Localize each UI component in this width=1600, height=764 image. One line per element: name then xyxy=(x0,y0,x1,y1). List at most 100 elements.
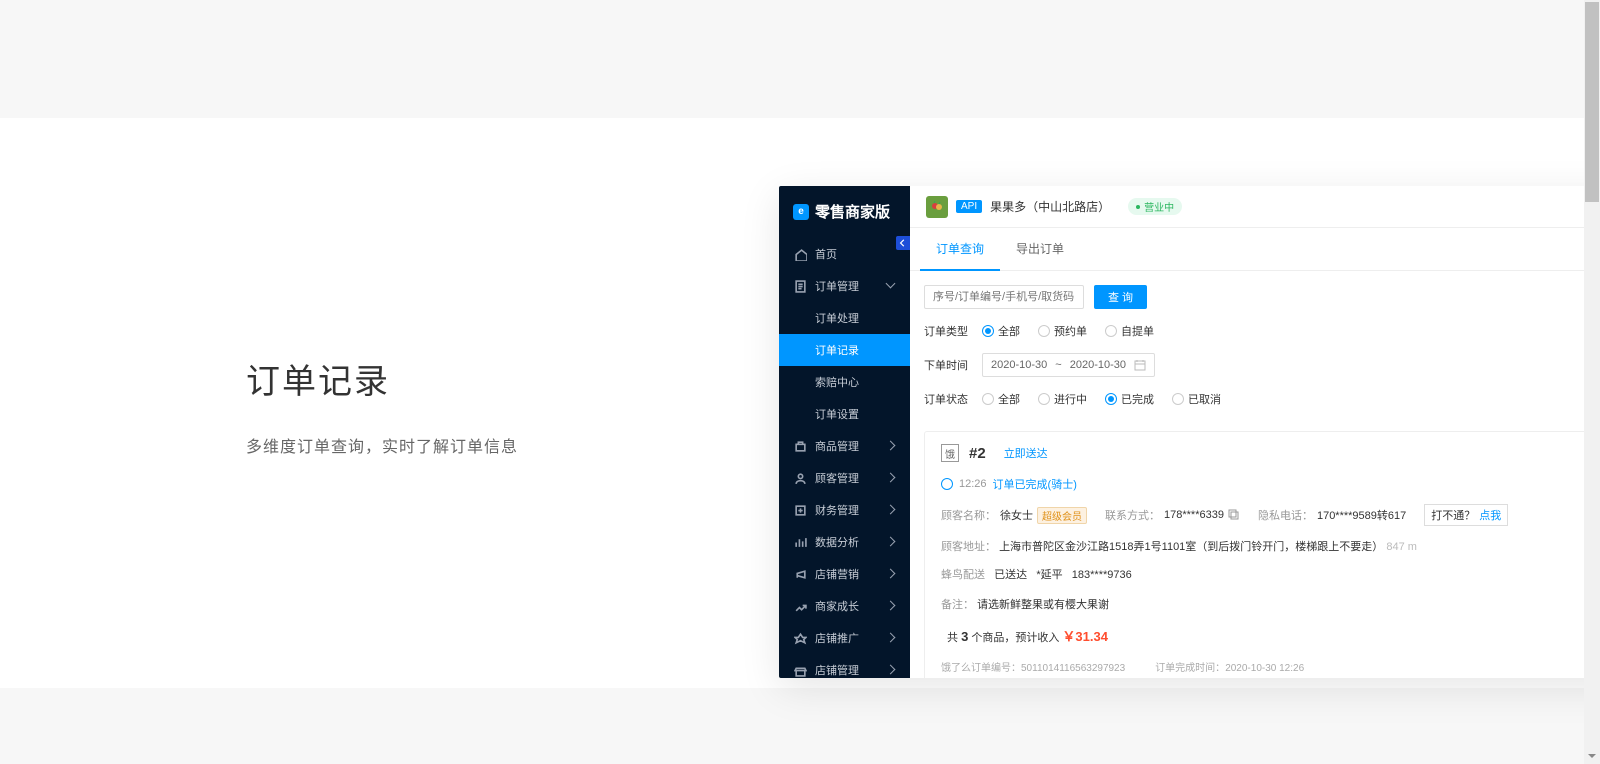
sidebar-item-label: 订单处理 xyxy=(815,310,859,326)
order-status-radio[interactable]: 已取消 xyxy=(1172,391,1221,407)
order-type-radio[interactable]: 全部 xyxy=(982,323,1020,339)
order-type-label: 订单类型 xyxy=(924,323,972,339)
sidebar-item-finance[interactable]: 财务管理 xyxy=(779,494,910,526)
order-status-label: 订单状态 xyxy=(924,391,972,407)
contact-label: 联系方式： xyxy=(1105,507,1160,523)
sidebar-item-label: 店铺管理 xyxy=(815,662,859,678)
vip-badge: 超级会员 xyxy=(1037,507,1087,524)
marketing-icon xyxy=(793,567,807,581)
order-status-radio[interactable]: 进行中 xyxy=(1038,391,1087,407)
radio-dot-icon xyxy=(1172,393,1184,405)
sidebar-item-label: 订单管理 xyxy=(815,278,859,294)
product-icon xyxy=(793,439,807,453)
finance-icon xyxy=(793,503,807,517)
sidebar-item-data[interactable]: 数据分析 xyxy=(779,526,910,558)
addr-text: 上海市普陀区金沙江路1518弄1号1101室（到后拨门铃开门，楼梯跟上不要走） xyxy=(999,541,1383,553)
dispatch-status: 已送达 xyxy=(994,569,1027,581)
store-name: 果果多（中山北路店） xyxy=(990,198,1110,215)
marketing-subtitle: 多维度订单查询，实时了解订单信息 xyxy=(246,433,518,457)
customer-name: 徐女士 xyxy=(1000,507,1033,523)
sidebar-item-label: 订单设置 xyxy=(815,406,859,422)
tabs: 订单查询导出订单 xyxy=(910,228,1600,271)
sidebar-item-home[interactable]: 首页 xyxy=(779,238,910,270)
sidebar-item-label: 商家成长 xyxy=(815,598,859,614)
addr-label: 顾客地址： xyxy=(941,541,996,553)
meta-id-label: 饿了么订单编号： xyxy=(941,663,1021,674)
sidebar-item-label: 顾客管理 xyxy=(815,470,859,486)
brand-logo-icon: e xyxy=(793,204,809,220)
radio-label: 自提单 xyxy=(1121,323,1154,339)
search-button[interactable]: 查 询 xyxy=(1094,285,1147,309)
radio-dot-icon xyxy=(1105,393,1117,405)
home-icon xyxy=(793,247,807,261)
growth-icon xyxy=(793,599,807,613)
contact-phone: 178****6339 xyxy=(1164,509,1224,521)
rider-phone: 183****9736 xyxy=(1072,569,1132,581)
search-input[interactable] xyxy=(924,285,1084,309)
radio-label: 已取消 xyxy=(1188,391,1221,407)
radio-dot-icon xyxy=(1105,325,1117,337)
cant-reach-link[interactable]: 点我 xyxy=(1479,507,1501,523)
tab[interactable]: 导出订单 xyxy=(1000,228,1080,270)
sidebar-subitem[interactable]: 订单设置 xyxy=(779,398,910,430)
date-end: 2020-10-30 xyxy=(1070,359,1126,371)
sidebar-item-order[interactable]: 订单管理 xyxy=(779,270,910,302)
marketing-title: 订单记录 xyxy=(246,354,518,403)
filters: 查 询 订单类型 全部预约单自提单 下单时间 2020-10-30 ~ 2020… xyxy=(910,271,1600,431)
scroll-thumb[interactable] xyxy=(1585,2,1599,202)
sidebar-subitem[interactable]: 订单记录 xyxy=(779,334,910,366)
order-list: 饿 #2 立即送达 12:26 订单已完成(骑士) 顾客名称： 徐女士 超级会员 xyxy=(910,431,1600,678)
status-time: 12:26 xyxy=(959,478,987,490)
sidebar-item-label: 店铺推广 xyxy=(815,630,859,646)
promo-icon xyxy=(793,631,807,645)
date-start: 2020-10-30 xyxy=(991,359,1047,371)
addr-distance: 847 m xyxy=(1386,541,1417,553)
sidebar-subitem[interactable]: 索赔中心 xyxy=(779,366,910,398)
copy-icon[interactable] xyxy=(1228,509,1240,521)
order-summary: 共 3 个商品，预计收入 ￥31.34 xyxy=(941,626,1600,645)
page-scrollbar[interactable] xyxy=(1584,0,1600,764)
order-type-radio[interactable]: 自提单 xyxy=(1105,323,1154,339)
privacy-label: 隐私电话： xyxy=(1258,507,1313,523)
radio-dot-icon xyxy=(982,393,994,405)
deliver-now-button[interactable]: 立即送达 xyxy=(1004,445,1048,461)
sidebar-item-marketing[interactable]: 店铺营销 xyxy=(779,558,910,590)
sidebar-item-growth[interactable]: 商家成长 xyxy=(779,590,910,622)
radio-label: 已完成 xyxy=(1121,391,1154,407)
sidebar-item-promo[interactable]: 店铺推广 xyxy=(779,622,910,654)
sidebar-item-label: 订单记录 xyxy=(815,342,859,358)
cant-reach-label: 打不通？ xyxy=(1431,507,1475,523)
note-text: 请选新鲜整果或有樱大果谢 xyxy=(977,599,1109,611)
store-icon xyxy=(793,663,807,677)
brand: e 零售商家版 xyxy=(779,186,910,238)
radio-dot-icon xyxy=(1038,393,1050,405)
api-badge: API xyxy=(956,200,982,213)
radio-dot-icon xyxy=(982,325,994,337)
sidebar: e 零售商家版 首页订单管理订单处理订单记录索赔中心订单设置商品管理顾客管理财务… xyxy=(779,186,910,678)
app-screenshot: e 零售商家版 首页订单管理订单处理订单记录索赔中心订单设置商品管理顾客管理财务… xyxy=(779,186,1600,678)
sidebar-item-product[interactable]: 商品管理 xyxy=(779,430,910,462)
sidebar-subitem[interactable]: 订单处理 xyxy=(779,302,910,334)
topbar: API 果果多（中山北路店） 营业中 xyxy=(910,186,1600,228)
sidebar-item-label: 店铺营销 xyxy=(815,566,859,582)
order-card: 饿 #2 立即送达 12:26 订单已完成(骑士) 顾客名称： 徐女士 超级会员 xyxy=(924,431,1600,678)
sidebar-item-store[interactable]: 店铺管理 xyxy=(779,654,910,678)
scroll-down-button[interactable] xyxy=(1584,748,1600,764)
date-range-picker[interactable]: 2020-10-30 ~ 2020-10-30 xyxy=(982,353,1155,377)
radio-label: 全部 xyxy=(998,323,1020,339)
order-type-radio[interactable]: 预约单 xyxy=(1038,323,1087,339)
rider-name: *延平 xyxy=(1036,569,1062,581)
data-icon xyxy=(793,535,807,549)
sidebar-item-label: 数据分析 xyxy=(815,534,859,550)
radio-label: 全部 xyxy=(998,391,1020,407)
status-text: 订单已完成(骑士) xyxy=(993,476,1077,492)
meta-done: 2020-10-30 12:26 xyxy=(1225,663,1304,674)
order-status-radio[interactable]: 已完成 xyxy=(1105,391,1154,407)
main-content: API 果果多（中山北路店） 营业中 订单查询导出订单 查 询 订单类型 全部 预… xyxy=(910,186,1600,678)
store-status-badge: 营业中 xyxy=(1128,198,1182,215)
date-sep: ~ xyxy=(1055,359,1061,371)
tab[interactable]: 订单查询 xyxy=(920,228,1000,271)
order-status-radio[interactable]: 全部 xyxy=(982,391,1020,407)
sidebar-item-customer[interactable]: 顾客管理 xyxy=(779,462,910,494)
calendar-icon xyxy=(1134,359,1146,371)
